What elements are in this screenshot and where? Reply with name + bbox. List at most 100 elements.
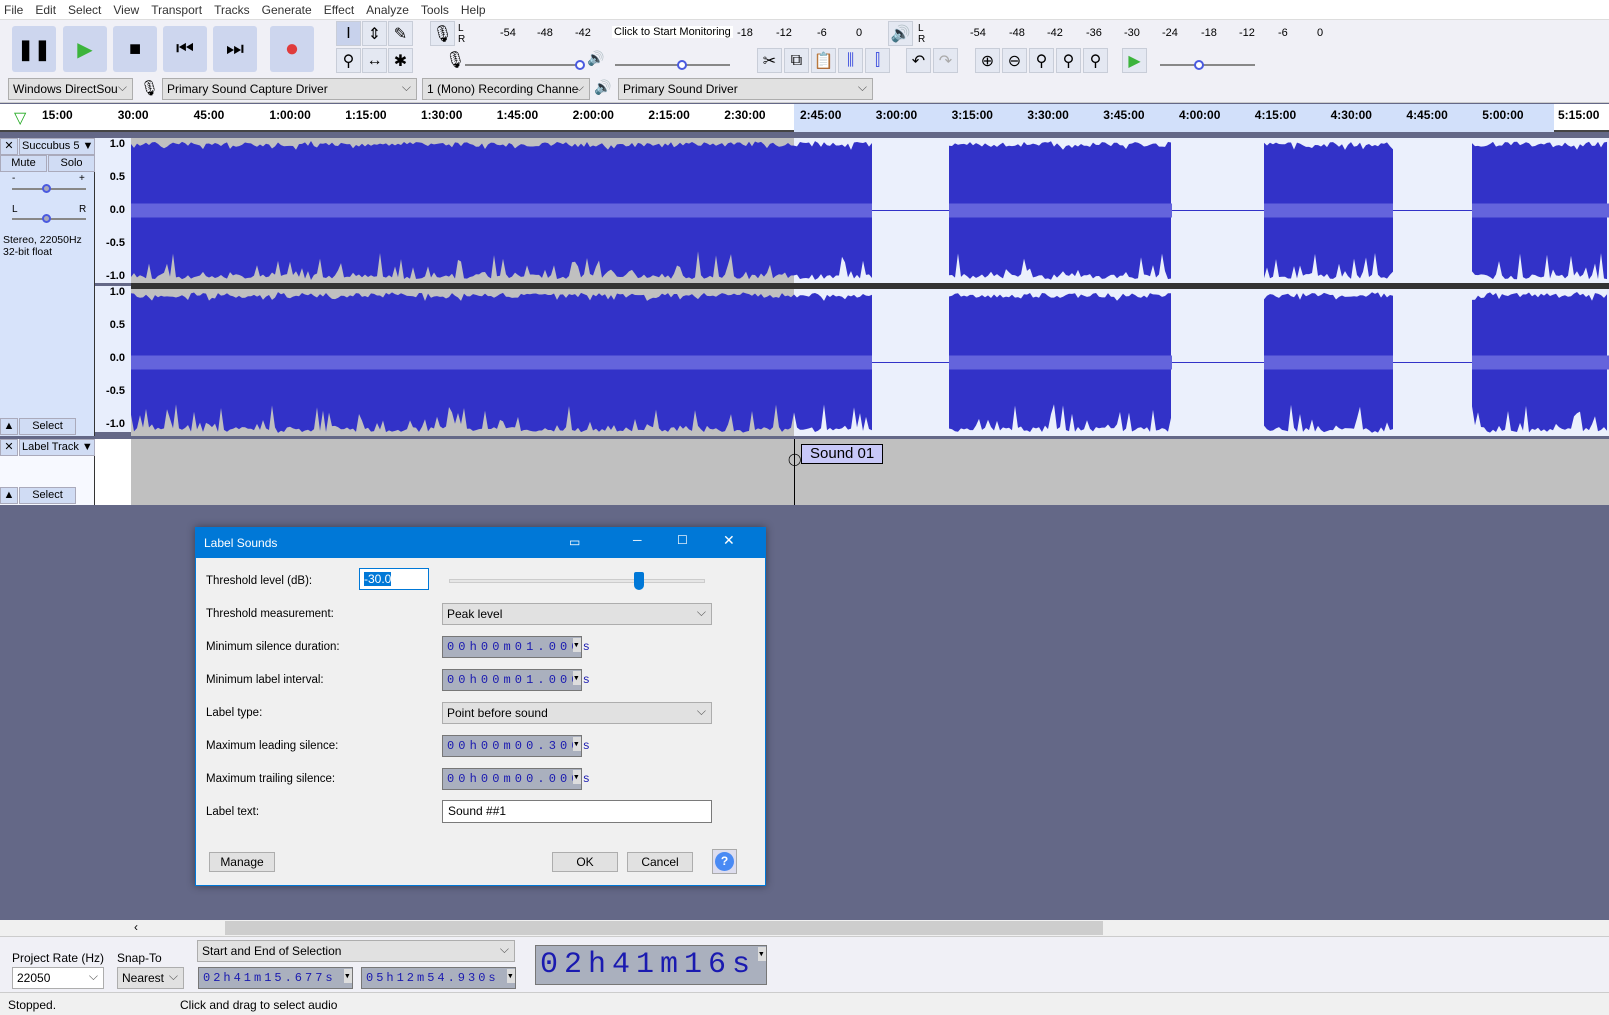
menu-tracks[interactable]: Tracks bbox=[210, 3, 258, 17]
select-track-button[interactable]: Select bbox=[19, 418, 76, 435]
zoom-tool[interactable]: ⚲ bbox=[336, 48, 361, 73]
measurement-select[interactable]: Peak level bbox=[442, 603, 712, 625]
min-interval-input[interactable]: 00h00m01.000s bbox=[442, 669, 590, 691]
menu-tools[interactable]: Tools bbox=[417, 3, 457, 17]
ruler-tick: 1:45:00 bbox=[496, 108, 539, 122]
gain-slider[interactable] bbox=[12, 184, 86, 193]
play-speed-slider[interactable] bbox=[1160, 60, 1255, 70]
selection-start-time[interactable]: 02h41m15.677s bbox=[198, 967, 353, 989]
skip-to-end-button[interactable]: ⏭ bbox=[213, 26, 257, 72]
menu-view[interactable]: View bbox=[109, 3, 147, 17]
playback-device-select[interactable]: Primary Sound Driver bbox=[618, 78, 873, 100]
ok-button[interactable]: OK bbox=[552, 852, 618, 872]
label-track-area[interactable]: ◯ Sound 01 bbox=[131, 439, 1609, 505]
menu-transport[interactable]: Transport bbox=[147, 3, 210, 17]
timeline-ruler[interactable]: ▽ 15:00 30:00 45:00 1:00:00 1:15:00 1:30:00 1:… bbox=[0, 104, 1609, 132]
monitor-prompt[interactable]: Click to Start Monitoring bbox=[612, 26, 733, 38]
label-type-select[interactable]: Point before sound bbox=[442, 702, 712, 724]
skip-to-start-button[interactable]: ⏮ bbox=[163, 26, 207, 72]
horizontal-scrollbar[interactable]: ‹ bbox=[0, 920, 1609, 936]
redo-button[interactable]: ↷ bbox=[933, 48, 958, 73]
playback-meter-speaker-icon[interactable]: 🔊 bbox=[888, 21, 913, 46]
ruler-tick: 1:30:00 bbox=[421, 108, 463, 122]
record-meter-mic-icon[interactable]: 🎙 bbox=[430, 21, 455, 46]
envelope-tool[interactable]: ⇕ bbox=[362, 21, 387, 46]
paste-button[interactable]: 📋 bbox=[811, 48, 836, 73]
fit-project-button[interactable]: ⚲ bbox=[1056, 48, 1081, 73]
cut-button[interactable]: ✂ bbox=[757, 48, 782, 73]
solo-button[interactable]: Solo bbox=[48, 155, 95, 172]
maximize-button[interactable]: ☐ bbox=[677, 533, 688, 547]
audio-host-select[interactable]: Windows DirectSou bbox=[8, 78, 133, 100]
close-track-button[interactable]: ✕ bbox=[0, 439, 18, 456]
collapse-track-button[interactable]: ▲ bbox=[0, 418, 18, 435]
help-button[interactable]: ? bbox=[712, 849, 737, 874]
threshold-slider[interactable] bbox=[449, 572, 705, 590]
waveform-rms bbox=[949, 355, 1172, 370]
pause-button[interactable]: ❚❚ bbox=[12, 26, 56, 72]
zoom-in-button[interactable]: ⊕ bbox=[975, 48, 1000, 73]
menu-edit[interactable]: Edit bbox=[31, 3, 64, 17]
collapse-track-button[interactable]: ▲ bbox=[0, 487, 18, 504]
label-text-input[interactable]: Sound ##1 bbox=[442, 800, 712, 823]
label-text-box[interactable]: Sound 01 bbox=[801, 444, 884, 464]
stop-button[interactable]: ■ bbox=[113, 26, 157, 72]
max-leading-input[interactable]: 00h00m00.300s bbox=[442, 735, 590, 757]
copy-button[interactable]: ⧉ bbox=[784, 48, 809, 73]
min-silence-input[interactable]: 00h00m01.000s bbox=[442, 636, 590, 658]
playback-meter[interactable]: -54 -48 -42 -36 -30 -24 -18 -12 -6 0 bbox=[930, 27, 1330, 41]
slider-thumb[interactable] bbox=[634, 572, 645, 590]
waveform[interactable] bbox=[131, 138, 1609, 436]
select-track-button[interactable]: Select bbox=[19, 487, 76, 504]
playback-volume-slider[interactable] bbox=[615, 60, 730, 70]
manage-button[interactable]: Manage bbox=[209, 852, 275, 872]
pin-icon[interactable]: ▭ bbox=[569, 535, 580, 549]
silence-audio-button[interactable]: ⫿ bbox=[865, 48, 890, 73]
time-shift-tool[interactable]: ↔ bbox=[362, 48, 387, 73]
threshold-input[interactable]: -30.0 bbox=[359, 568, 429, 590]
trim-audio-button[interactable]: ⫼ bbox=[838, 48, 863, 73]
undo-button[interactable]: ↶ bbox=[906, 48, 931, 73]
menu-generate[interactable]: Generate bbox=[258, 3, 320, 17]
track-menu-button[interactable]: Label Track ▼ bbox=[19, 439, 95, 456]
pan-slider[interactable] bbox=[12, 214, 86, 223]
menu-select[interactable]: Select bbox=[64, 3, 109, 17]
mute-button[interactable]: Mute bbox=[0, 155, 47, 172]
scrollbar-thumb[interactable] bbox=[225, 921, 1103, 935]
amplitude-tick: 1.0 bbox=[109, 286, 125, 298]
record-button[interactable]: ● bbox=[270, 26, 314, 72]
menu-effect[interactable]: Effect bbox=[320, 3, 362, 17]
close-button[interactable]: ✕ bbox=[723, 532, 735, 549]
track-format: Stereo, 22050Hz bbox=[3, 234, 82, 246]
menu-help[interactable]: Help bbox=[457, 3, 494, 17]
mic-icon: 🎙 bbox=[445, 52, 466, 69]
label-handle-icon[interactable]: ◯ bbox=[788, 452, 801, 466]
selection-tool[interactable]: I bbox=[336, 21, 361, 46]
menu-analyze[interactable]: Analyze bbox=[362, 3, 417, 17]
zoom-out-button[interactable]: ⊖ bbox=[1002, 48, 1027, 73]
recording-device-select[interactable]: Primary Sound Capture Driver bbox=[162, 78, 417, 100]
fit-selection-button[interactable]: ⚲ bbox=[1029, 48, 1054, 73]
cancel-button[interactable]: Cancel bbox=[627, 852, 693, 872]
minimize-button[interactable]: ─ bbox=[633, 533, 642, 547]
project-rate-select[interactable]: 22050 bbox=[12, 967, 104, 989]
zoom-toggle-button[interactable]: ⚲ bbox=[1083, 48, 1108, 73]
play-at-speed-button[interactable]: ▶ bbox=[1122, 48, 1147, 73]
draw-tool[interactable]: ✎ bbox=[388, 21, 413, 46]
track-menu-button[interactable]: Succubus 5 ▼ bbox=[19, 138, 95, 155]
audio-track-header[interactable]: ✕ Succubus 5 ▼ Mute Solo - + L R Stereo,… bbox=[0, 138, 95, 436]
multi-tool[interactable]: ✱ bbox=[388, 48, 413, 73]
label-track-header[interactable]: ✕ Label Track ▼ ▲ Select bbox=[0, 439, 95, 505]
play-head-icon[interactable]: ▽ bbox=[14, 108, 26, 128]
recording-channels-select[interactable]: 1 (Mono) Recording Channe bbox=[422, 78, 590, 100]
menu-file[interactable]: File bbox=[0, 3, 31, 17]
max-trailing-input[interactable]: 00h00m00.000s bbox=[442, 768, 590, 790]
audio-position-time[interactable]: 02h41m16s bbox=[535, 945, 767, 985]
snap-to-select[interactable]: Nearest bbox=[117, 967, 184, 989]
play-button[interactable]: ▶ bbox=[63, 26, 107, 72]
recording-volume-slider[interactable] bbox=[465, 60, 585, 70]
close-track-button[interactable]: ✕ bbox=[0, 138, 18, 155]
selection-mode-select[interactable]: Start and End of Selection bbox=[197, 940, 515, 962]
selection-end-time[interactable]: 05h12m54.930s bbox=[361, 967, 516, 989]
scroll-left-icon[interactable]: ‹ bbox=[134, 920, 138, 934]
